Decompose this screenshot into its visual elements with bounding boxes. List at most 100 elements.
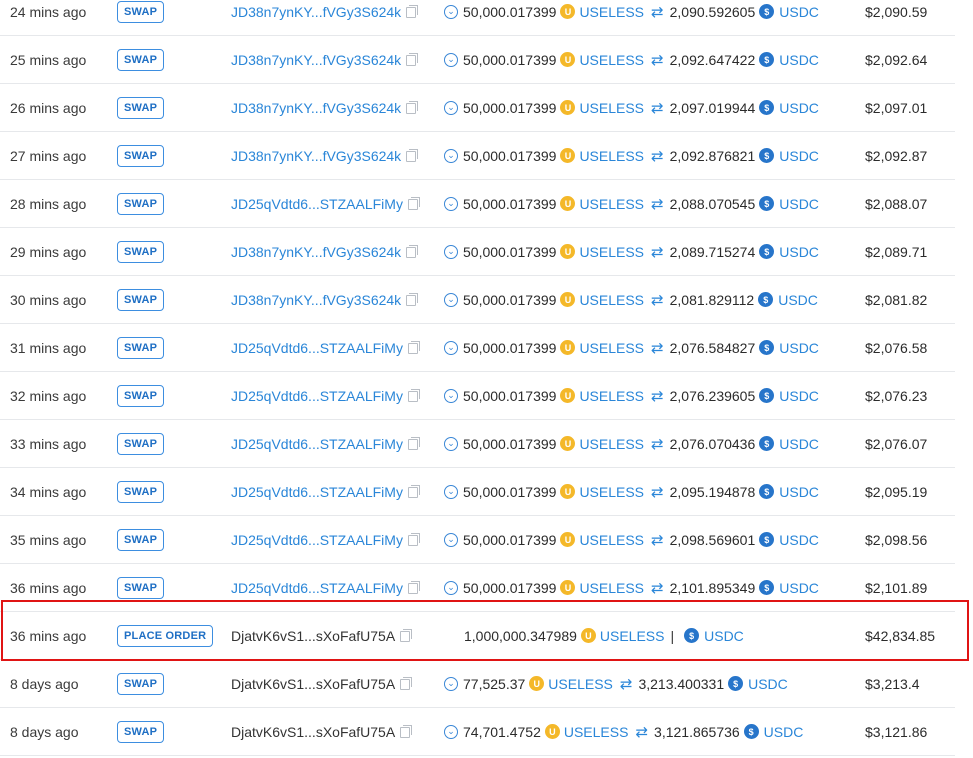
token-out-link[interactable]: USDC (779, 580, 819, 596)
token-in-link[interactable]: USELESS (600, 628, 665, 644)
token-out-link[interactable]: USDC (779, 340, 819, 356)
token-out-link[interactable]: USDC (779, 484, 819, 500)
account-link[interactable]: JD38n7ynKY...fVGy3S624k (231, 148, 401, 164)
token-out-link[interactable]: USDC (748, 676, 788, 692)
token-out-link[interactable]: USDC (779, 52, 819, 68)
token-in-link[interactable]: USELESS (579, 388, 644, 404)
chevron-circle-down-icon[interactable]: ⌄ (444, 484, 458, 499)
account-link[interactable]: JD38n7ynKY...fVGy3S624k (231, 52, 401, 68)
token-out-link[interactable]: USDC (779, 4, 819, 20)
chevron-circle-down-icon[interactable]: ⌄ (444, 244, 458, 259)
account-link[interactable]: JD38n7ynKY...fVGy3S624k (231, 244, 401, 260)
chevron-circle-down-icon[interactable]: ⌄ (444, 4, 458, 19)
token-in-link[interactable]: USELESS (579, 52, 644, 68)
row-account: JD25qVdtd6...STZAALFiMy (231, 516, 420, 563)
chevron-circle-down-icon[interactable]: ⌄ (444, 148, 458, 163)
copy-icon[interactable] (400, 629, 413, 642)
account-link[interactable]: JD38n7ynKY...fVGy3S624k (231, 100, 401, 116)
account-link[interactable]: JD25qVdtd6...STZAALFiMy (231, 580, 403, 596)
type-badge[interactable]: SWAP (117, 240, 165, 263)
chevron-circle-down-icon[interactable]: ⌄ (444, 100, 458, 115)
token-out-link[interactable]: USDC (779, 388, 819, 404)
chevron-circle-down-icon[interactable]: ⌄ (444, 52, 458, 67)
token-in-link[interactable]: USELESS (579, 436, 644, 452)
token-out-link[interactable]: USDC (779, 148, 819, 164)
token-out-link[interactable]: USDC (779, 532, 819, 548)
token-in-link[interactable]: USELESS (579, 532, 644, 548)
copy-icon[interactable] (406, 293, 419, 306)
copy-icon[interactable] (406, 149, 419, 162)
copy-icon[interactable] (406, 101, 419, 114)
token-in-link[interactable]: USELESS (579, 484, 644, 500)
type-badge[interactable]: SWAP (117, 0, 165, 23)
token-in-link[interactable]: USELESS (564, 724, 629, 740)
chevron-circle-down-icon[interactable]: ⌄ (444, 388, 458, 403)
account-link[interactable]: DjatvK6vS1...sXoFafU75A (231, 628, 395, 644)
token-out-link[interactable]: USDC (779, 436, 819, 452)
copy-icon[interactable] (406, 245, 419, 258)
token-out-link[interactable]: USDC (779, 244, 819, 260)
type-badge[interactable]: SWAP (117, 384, 165, 407)
chevron-circle-down-icon[interactable]: ⌄ (444, 676, 458, 691)
chevron-circle-down-icon[interactable]: ⌄ (444, 436, 458, 451)
type-badge[interactable]: SWAP (117, 48, 165, 71)
amount-in: 50,000.017399 (463, 99, 557, 116)
token-in-link[interactable]: USELESS (579, 340, 644, 356)
account-link[interactable]: JD25qVdtd6...STZAALFiMy (231, 484, 403, 500)
token-in-link[interactable]: USELESS (579, 4, 644, 20)
token-in-link[interactable]: USELESS (579, 196, 644, 212)
copy-icon[interactable] (407, 485, 420, 498)
token-out-link[interactable]: USDC (704, 628, 744, 644)
type-badge[interactable]: SWAP (117, 288, 165, 311)
type-badge[interactable]: PLACE ORDER (117, 624, 214, 647)
type-badge[interactable]: SWAP (117, 144, 165, 167)
chevron-circle-down-icon[interactable]: ⌄ (444, 580, 458, 595)
row-time: 27 mins ago (10, 147, 87, 164)
token-out-link[interactable]: USDC (778, 292, 818, 308)
copy-icon[interactable] (407, 581, 420, 594)
copy-icon[interactable] (407, 437, 420, 450)
type-badge[interactable]: SWAP (117, 528, 165, 551)
copy-icon[interactable] (400, 725, 413, 738)
account-link[interactable]: DjatvK6vS1...sXoFafU75A (231, 724, 395, 740)
copy-icon[interactable] (406, 5, 419, 18)
copy-icon[interactable] (407, 341, 420, 354)
token-in-link[interactable]: USELESS (579, 244, 644, 260)
chevron-circle-down-icon[interactable]: ⌄ (444, 532, 458, 547)
account-link[interactable]: JD25qVdtd6...STZAALFiMy (231, 196, 403, 212)
chevron-circle-down-icon[interactable]: ⌄ (444, 340, 458, 355)
account-link[interactable]: DjatvK6vS1...sXoFafU75A (231, 676, 395, 692)
token-out-link[interactable]: USDC (779, 196, 819, 212)
account-link[interactable]: JD38n7ynKY...fVGy3S624k (231, 4, 401, 20)
type-badge[interactable]: SWAP (117, 672, 165, 695)
copy-icon[interactable] (406, 53, 419, 66)
chevron-circle-down-icon[interactable]: ⌄ (444, 196, 458, 211)
account-link[interactable]: JD25qVdtd6...STZAALFiMy (231, 532, 403, 548)
token-in-link[interactable]: USELESS (548, 676, 613, 692)
account-link[interactable]: JD38n7ynKY...fVGy3S624k (231, 292, 401, 308)
chevron-circle-down-icon[interactable]: ⌄ (444, 724, 458, 739)
account-link[interactable]: JD25qVdtd6...STZAALFiMy (231, 436, 403, 452)
account-link[interactable]: JD25qVdtd6...STZAALFiMy (231, 340, 403, 356)
type-badge[interactable]: SWAP (117, 96, 165, 119)
token-out-link[interactable]: USDC (779, 100, 819, 116)
account-link[interactable]: JD25qVdtd6...STZAALFiMy (231, 388, 403, 404)
type-badge[interactable]: SWAP (117, 720, 165, 743)
type-badge[interactable]: SWAP (117, 192, 165, 215)
copy-icon[interactable] (407, 197, 420, 210)
token-out-link[interactable]: USDC (764, 724, 804, 740)
type-badge[interactable]: SWAP (117, 480, 165, 503)
type-badge[interactable]: SWAP (117, 576, 165, 599)
type-badge[interactable]: SWAP (117, 432, 165, 455)
chevron-circle-down-icon[interactable]: ⌄ (444, 292, 458, 307)
copy-icon[interactable] (407, 533, 420, 546)
copy-icon[interactable] (407, 389, 420, 402)
token-in-link[interactable]: USELESS (579, 100, 644, 116)
token-in-link[interactable]: USELESS (579, 292, 644, 308)
useless-token-icon: U (580, 628, 596, 643)
useless-token-icon: U (560, 292, 576, 307)
type-badge[interactable]: SWAP (117, 336, 165, 359)
token-in-link[interactable]: USELESS (579, 580, 644, 596)
token-in-link[interactable]: USELESS (579, 148, 644, 164)
copy-icon[interactable] (400, 677, 413, 690)
